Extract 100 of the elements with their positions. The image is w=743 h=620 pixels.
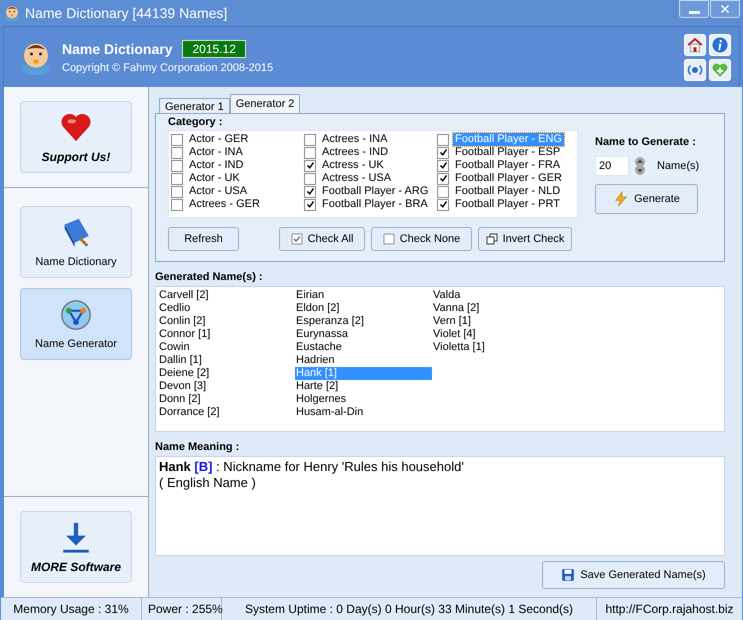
category-item[interactable]: Football Player - ESP [453,146,562,159]
tab[interactable]: Generator 2 [230,94,300,113]
invert-check-button[interactable]: Invert Check [478,227,572,251]
sidebar-button[interactable]: Support Us! [20,101,132,173]
checkbox[interactable] [437,186,449,198]
name-item[interactable]: Cedlio [158,302,295,315]
status-text: Power : 255% [142,598,222,620]
checkbox[interactable] [304,146,316,158]
checkbox[interactable] [437,134,449,146]
checkbox[interactable] [171,186,183,198]
sidebar-button[interactable]: MORE Software [20,511,132,583]
category-item[interactable]: Actress - USA [320,172,394,185]
checkbox[interactable] [437,160,449,172]
checkbox[interactable] [171,160,183,172]
copy-icon [486,233,498,245]
unit-label: Name(s) [657,160,700,172]
name-item[interactable]: Vern [1] [432,315,569,328]
tab[interactable]: Generator 1 [159,98,230,113]
name-meaning-label: Name Meaning : [155,441,240,453]
checkbox[interactable] [304,186,316,198]
update-button[interactable] [684,58,706,80]
baby-icon [3,4,21,22]
category-item[interactable]: Actor - UK [187,172,242,185]
name-item[interactable]: Deiene [2] [158,367,295,380]
name-item[interactable]: Dorrance [2] [158,406,295,419]
app-name: Name Dictionary [62,41,172,57]
category-item[interactable]: Football Player - PRT [453,198,562,211]
category-item[interactable]: Actor - GER [187,133,250,146]
refresh-button[interactable]: Refresh [168,227,239,251]
info-button[interactable] [709,34,731,56]
sidebar-button[interactable]: Name Generator [20,288,132,360]
category-item[interactable]: Actrees - IND [320,146,390,159]
name-item[interactable]: Violet [4] [432,328,569,341]
name-item[interactable]: Carvell [2] [158,289,295,302]
category-item[interactable]: Actrees - GER [187,198,262,211]
name-item[interactable]: Eurynassa [295,328,432,341]
category-item[interactable]: Football Player - GER [453,172,564,185]
name-item[interactable]: Valda [432,289,569,302]
copyright-text: Copyright © Fahmy Corporation 2008-2015 [62,62,274,74]
name-item[interactable]: Conlin [2] [158,315,295,328]
category-item[interactable]: Football Player - BRA [320,198,430,211]
window-title: Name Dictionary [44139 Names] [25,5,228,21]
checkbox[interactable] [437,146,449,158]
checkbox[interactable] [437,172,449,184]
meaning-text: Hank [B] : Nickname for Henry 'Rules his household' [159,459,465,475]
minimize-icon [688,10,700,14]
checkbox[interactable] [171,134,183,146]
heart-plus-icon [711,60,729,78]
check-none-button[interactable]: Check None [371,227,472,251]
name-item[interactable]: Cowin [158,341,295,354]
name-item[interactable]: Eirian [295,289,432,302]
sidebar-button[interactable]: Name Dictionary [20,206,132,278]
category-item[interactable]: Football Player - NLD [453,185,562,198]
info-icon [711,36,729,54]
name-item[interactable]: Eustache [295,341,432,354]
name-item[interactable]: Vanna [2] [432,302,569,315]
category-item[interactable]: Actor - IND [187,159,246,172]
favorite-button[interactable] [709,58,731,80]
checkbox[interactable] [304,172,316,184]
category-item[interactable]: Actress - UK [320,159,386,172]
count-field[interactable]: 20 [595,156,629,176]
name-item[interactable]: Donn [2] [158,393,295,406]
name-item[interactable]: Husam-al-Din [295,406,432,419]
name-item[interactable]: Violetta [1] [432,341,569,354]
generate-count-label: Name to Generate : [595,136,697,148]
category-item[interactable]: Actrees - INA [320,133,390,146]
category-item[interactable]: Actor - USA [187,185,250,198]
category-item[interactable]: Football Player - FRA [453,159,562,172]
generated-names-label: Generated Name(s) : [155,271,264,283]
checkbox[interactable] [437,198,449,210]
close-button[interactable] [710,0,740,18]
checkbox[interactable] [304,160,316,172]
save-button[interactable]: Save Generated Name(s) [542,561,725,589]
category-item[interactable]: Football Player - ARG [320,185,430,198]
checkbox[interactable] [171,146,183,158]
name-item[interactable]: Esperanza [2] [295,315,432,328]
checkbox[interactable] [304,134,316,146]
checkmark-icon [438,200,448,209]
home-button[interactable] [684,34,706,56]
minimize-button[interactable] [679,0,709,18]
check-all-button[interactable]: Check All [279,227,365,251]
name-item[interactable]: Harte [2] [295,380,432,393]
name-item[interactable]: Holgernes [295,393,432,406]
checkbox[interactable] [171,198,183,210]
status-text: Memory Usage : 31% [1,598,142,620]
name-item[interactable]: Devon [3] [158,380,295,393]
close-icon [719,3,731,15]
generate-button[interactable]: Generate [595,184,698,214]
category-item[interactable]: Actor - INA [187,146,245,159]
checkbox[interactable] [304,198,316,210]
name-item[interactable]: Eldon [2] [295,302,432,315]
name-item[interactable]: Hadrien [295,354,432,367]
name-item[interactable]: Dallin [1] [158,354,295,367]
checkbox-icon [290,233,303,245]
origin-text: ( English Name ) [159,475,257,491]
save-icon [561,568,576,582]
version-badge: 2015.12 [182,40,246,58]
checkbox[interactable] [171,172,183,184]
name-item[interactable]: Connor [1] [158,328,295,341]
checkmark-icon [306,161,314,170]
